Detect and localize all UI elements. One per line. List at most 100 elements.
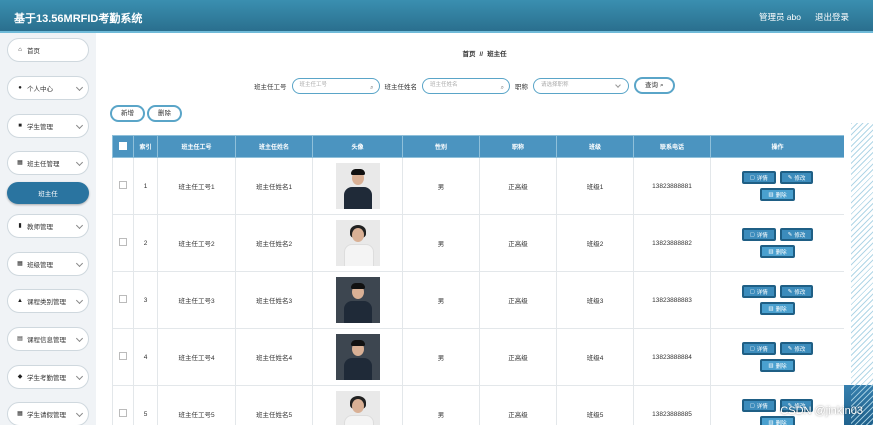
row-delete-button[interactable]: ▥ 删除 — [760, 302, 795, 315]
chevron-down-icon — [75, 296, 84, 305]
column-header: 操作 — [710, 135, 844, 158]
teacher-name-input[interactable]: 班主任姓名 ⌕ — [422, 77, 510, 94]
row-checkbox[interactable] — [119, 181, 127, 189]
title-select-placeholder: 请选择职称 — [541, 81, 569, 88]
sidebar: ⌂ 首页 ● 个人中心 ■ 学生管理 ▦ 班主任管理 班主任 ▮ 教师管理 ▦ … — [0, 33, 97, 425]
row-checkbox[interactable] — [119, 295, 127, 303]
edit-button[interactable]: ✎ 修改 — [779, 171, 814, 184]
row-checkbox[interactable] — [119, 409, 127, 417]
breadcrumb-home[interactable]: 首页 — [462, 51, 475, 58]
search-icon: ⌕ — [370, 84, 374, 91]
cell-avatar — [312, 271, 403, 329]
sidebar-item-course-categories[interactable]: ▲ 课程类别管理 — [7, 289, 89, 313]
logout-link[interactable]: 退出登录 — [815, 11, 849, 23]
row-delete-button[interactable]: ▥ 删除 — [760, 359, 795, 372]
delete-button[interactable]: 删除 — [147, 105, 182, 122]
cell-avatar — [312, 157, 403, 215]
cell-teacher-name: 班主任姓名2 — [235, 214, 313, 272]
briefcase-icon: ■ — [18, 123, 22, 129]
chevron-down-icon — [615, 81, 621, 88]
select-all-cell[interactable] — [112, 135, 134, 158]
teacher-no-input[interactable]: 班主任工号 ⌕ — [291, 77, 380, 94]
sidebar-item-teachers[interactable]: ▮ 教师管理 — [7, 214, 89, 238]
detail-button[interactable]: ▢ 详情 — [741, 399, 776, 412]
sidebar-item-home[interactable]: ⌂ 首页 — [7, 38, 89, 62]
user-icon: ● — [18, 85, 22, 91]
edit-button[interactable]: ✎ 修改 — [779, 342, 814, 355]
query-button[interactable]: 查询 ⌕ — [634, 77, 675, 94]
row-delete-button[interactable]: ▥ 删除 — [760, 416, 795, 425]
detail-label: 详情 — [756, 346, 768, 353]
sidebar-item-label: 班级管理 — [27, 262, 53, 269]
teacher-name-label: 班主任姓名 — [384, 83, 418, 91]
sidebar-subitem-head-teacher[interactable]: 班主任 — [7, 182, 89, 204]
clipboard-icon: ▮ — [18, 223, 22, 229]
home-icon: ⌂ — [18, 47, 22, 53]
grid-icon: ▦ — [17, 411, 23, 417]
breadcrumb-separator: // — [479, 51, 484, 58]
trash-icon: ▥ — [768, 191, 774, 198]
row-checkbox[interactable] — [119, 238, 127, 246]
title-select[interactable]: 请选择职称 — [533, 77, 629, 94]
cell-title: 正高级 — [479, 214, 557, 272]
table-row: 5 班主任工号5 班主任姓名5 男 正高级 班级5 13823888885 ▢ 详… — [112, 385, 844, 425]
row-select-cell[interactable] — [112, 271, 134, 329]
detail-button[interactable]: ▢ 详情 — [741, 285, 776, 298]
cell-operations: ▢ 详情 ✎ 修改 ▥ 删除 — [710, 271, 844, 329]
decorative-stripes — [851, 123, 873, 425]
row-select-cell[interactable] — [112, 385, 134, 425]
sidebar-item-students[interactable]: ■ 学生管理 — [7, 114, 89, 138]
sidebar-item-label: 课程类别管理 — [27, 299, 66, 306]
detail-label: 详情 — [756, 403, 768, 410]
detail-button[interactable]: ▢ 详情 — [741, 171, 776, 184]
sidebar-item-leave[interactable]: ▦ 学生请假管理 — [7, 402, 89, 425]
detail-icon: ▢ — [749, 345, 755, 352]
detail-button[interactable]: ▢ 详情 — [741, 342, 776, 355]
watermark: CSDN @jinkin03 — [780, 405, 863, 417]
sidebar-item-classes[interactable]: ▦ 班级管理 — [7, 252, 89, 276]
cell-gender: 男 — [402, 214, 480, 272]
pin-icon: ◆ — [17, 374, 23, 380]
select-all-checkbox[interactable] — [119, 141, 127, 150]
trash-icon: ▥ — [768, 362, 774, 369]
cell-class: 班级4 — [556, 328, 634, 386]
sidebar-item-label: 学生请假管理 — [27, 412, 66, 419]
cell-teacher-name: 班主任姓名3 — [235, 271, 313, 329]
cell-teacher-name: 班主任姓名5 — [235, 385, 313, 425]
sidebar-item-profile[interactable]: ● 个人中心 — [7, 76, 89, 100]
column-header: 职称 — [479, 135, 557, 158]
edit-button[interactable]: ✎ 修改 — [779, 285, 814, 298]
row-select-cell[interactable] — [112, 328, 134, 386]
cell-gender: 男 — [402, 328, 480, 386]
column-header: 班主任工号 — [157, 135, 236, 158]
row-select-cell[interactable] — [112, 157, 134, 215]
row-delete-button[interactable]: ▥ 删除 — [760, 245, 795, 258]
teacher-no-label: 班主任工号 — [254, 83, 287, 91]
cell-gender: 男 — [402, 157, 480, 215]
sidebar-item-attendance[interactable]: ◆ 学生考勤管理 — [7, 365, 89, 389]
row-select-cell[interactable] — [112, 214, 134, 272]
cell-phone: 13823888882 — [633, 214, 711, 272]
person-icon: ▲ — [17, 298, 23, 304]
avatar — [335, 391, 380, 425]
query-button-label: 查询 — [645, 82, 658, 89]
detail-button[interactable]: ▢ 详情 — [741, 228, 776, 241]
add-button[interactable]: 新增 — [110, 105, 145, 122]
sidebar-item-head-teachers[interactable]: ▦ 班主任管理 — [7, 151, 89, 175]
delete-label: 删除 — [775, 306, 787, 313]
sidebar-item-course-info[interactable]: ▤ 课程信息管理 — [7, 327, 89, 351]
app-title: 基于13.56MRFID考勤系统 — [14, 13, 143, 25]
cell-operations: ▢ 详情 ✎ 修改 ▥ 删除 — [710, 328, 844, 386]
sidebar-item-label: 首页 — [27, 48, 40, 55]
sidebar-item-label: 个人中心 — [27, 86, 53, 93]
top-bar: 基于13.56MRFID考勤系统 管理员 abo 退出登录 — [0, 0, 873, 33]
current-user[interactable]: 管理员 abo — [759, 11, 801, 23]
delete-label: 删除 — [775, 363, 787, 370]
row-checkbox[interactable] — [119, 352, 127, 360]
grid-icon: ▦ — [17, 261, 23, 267]
edit-label: 修改 — [794, 232, 806, 239]
row-delete-button[interactable]: ▥ 删除 — [760, 188, 795, 201]
edit-button[interactable]: ✎ 修改 — [779, 228, 814, 241]
table-row: 3 班主任工号3 班主任姓名3 男 正高级 班级3 13823888883 ▢ 详… — [112, 271, 844, 329]
sidebar-item-label: 学生管理 — [27, 124, 53, 131]
